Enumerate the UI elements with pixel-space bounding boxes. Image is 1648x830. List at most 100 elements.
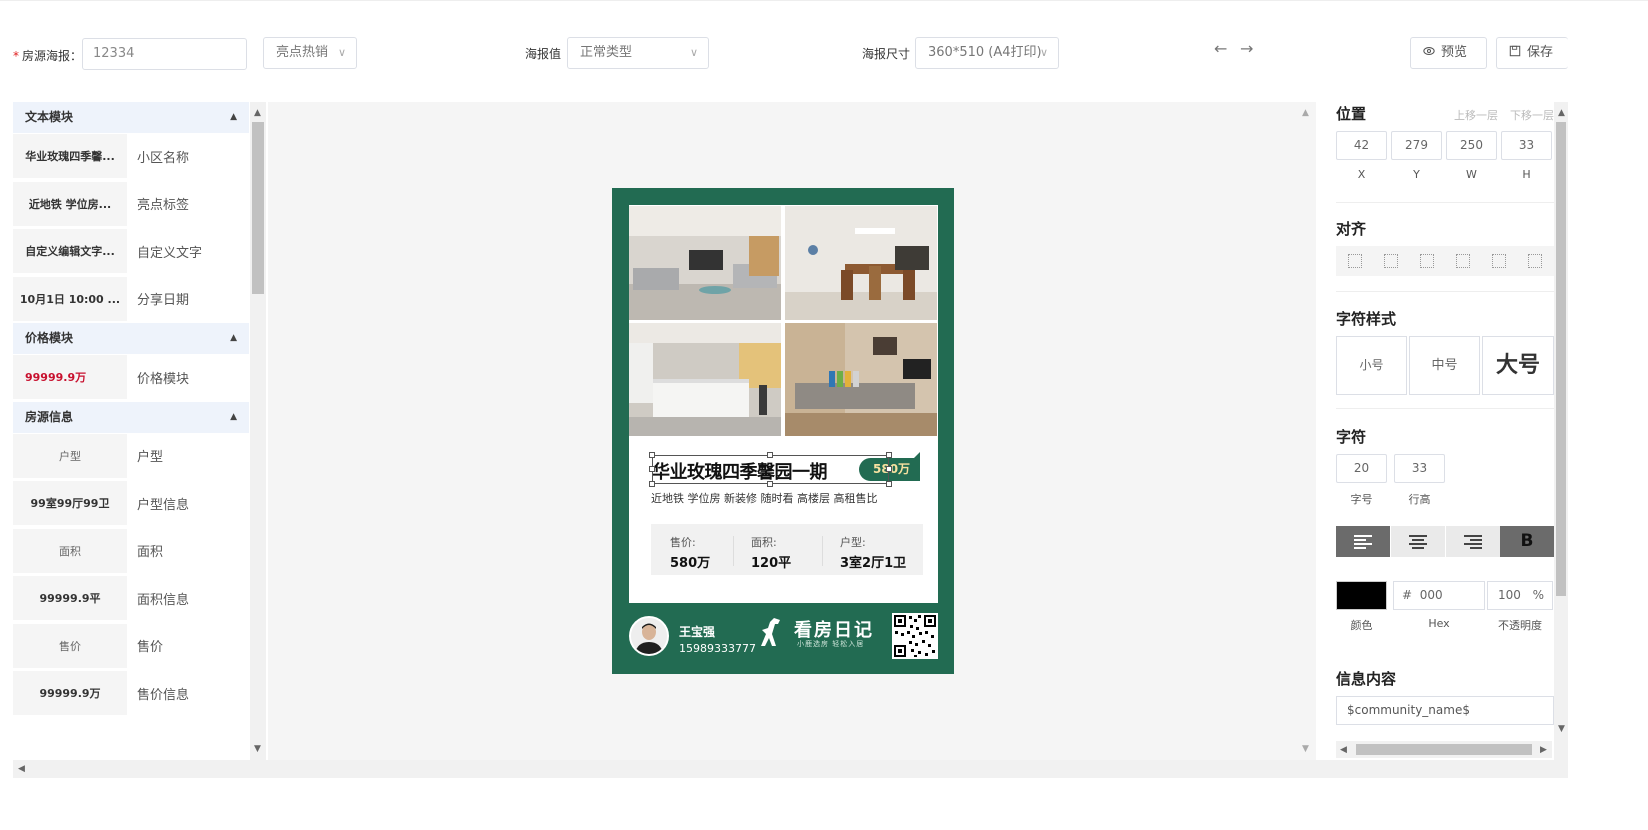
align-middle-icon[interactable] bbox=[1492, 254, 1506, 268]
hex-input[interactable]: # 000 bbox=[1393, 581, 1485, 610]
component-value: 户型 bbox=[137, 450, 164, 466]
component-key: 10月1日 10:00 ... bbox=[13, 276, 127, 321]
save-button[interactable]: 保存 bbox=[1496, 37, 1568, 69]
poster-value-select[interactable]: 正常类型 ∨ bbox=[567, 37, 709, 69]
component-row[interactable]: 10月1日 10:00 ... 分享日期 bbox=[13, 276, 249, 323]
page-h-scrollbar[interactable] bbox=[13, 760, 1568, 778]
poster-label-colon: ： bbox=[70, 49, 83, 63]
size-large-button[interactable]: 大号 bbox=[1482, 336, 1554, 395]
agent-photo bbox=[631, 618, 667, 654]
component-row[interactable]: 99999.9平 面积信息 bbox=[13, 575, 249, 623]
group-header-house-info[interactable]: 房源信息 ▲ bbox=[13, 401, 249, 433]
position-y-input[interactable]: 279 bbox=[1391, 131, 1442, 160]
scroll-up-arrow-icon[interactable]: ▲ bbox=[254, 108, 261, 118]
font-size-caption: 字号 bbox=[1350, 493, 1373, 506]
component-row[interactable]: 售价 售价 bbox=[13, 623, 249, 670]
component-row[interactable]: 面积 面积 bbox=[13, 528, 249, 575]
poster-name-input[interactable]: 12334 bbox=[82, 38, 247, 70]
scroll-down-arrow-icon[interactable]: ▼ bbox=[1558, 724, 1565, 734]
resize-handle[interactable] bbox=[886, 466, 892, 472]
selection-box[interactable] bbox=[652, 455, 889, 484]
component-row[interactable]: 99999.9万 售价信息 bbox=[13, 670, 249, 718]
bedroom-photo[interactable] bbox=[785, 323, 937, 436]
agent-phone[interactable]: 15989333777 bbox=[679, 642, 756, 655]
agent-name[interactable]: 王宝强 bbox=[679, 623, 715, 640]
text-align-center-button[interactable] bbox=[1391, 526, 1445, 557]
price-tag-corner bbox=[912, 452, 920, 460]
scrollbar-thumb[interactable] bbox=[252, 122, 264, 294]
text-align-right-button[interactable] bbox=[1446, 526, 1500, 557]
scrollbar-thumb[interactable] bbox=[1556, 122, 1566, 596]
component-key: 华业玫瑰四季馨... bbox=[13, 134, 127, 179]
font-size-input[interactable]: 20 bbox=[1336, 454, 1387, 483]
component-row[interactable]: 99室99厅99卫 户型信息 bbox=[13, 480, 249, 528]
scroll-down-arrow-icon[interactable]: ▼ bbox=[1302, 744, 1309, 754]
group-title: 房源信息 bbox=[25, 409, 74, 424]
position-x-input[interactable]: 42 bbox=[1336, 131, 1387, 160]
scroll-up-arrow-icon[interactable]: ▲ bbox=[1558, 108, 1565, 118]
resize-handle[interactable] bbox=[649, 481, 655, 487]
align-bottom-icon[interactable] bbox=[1528, 254, 1542, 268]
undo-button[interactable]: ← bbox=[1214, 39, 1227, 58]
component-key: 99999.9平 bbox=[13, 576, 127, 621]
group-header-text[interactable]: 文本模块 ▲ bbox=[13, 102, 249, 133]
component-value: 亮点标签 bbox=[137, 198, 190, 214]
qr-code[interactable] bbox=[892, 613, 938, 659]
scroll-down-arrow-icon[interactable]: ▼ bbox=[254, 744, 261, 754]
line-height-input[interactable]: 33 bbox=[1394, 454, 1445, 483]
scrollbar-thumb[interactable] bbox=[1356, 744, 1532, 755]
resize-handle[interactable] bbox=[649, 452, 655, 458]
kitchen-photo[interactable] bbox=[629, 323, 781, 436]
left-panel-scrollbar[interactable] bbox=[250, 102, 266, 760]
right-panel-v-scrollbar[interactable] bbox=[1554, 102, 1568, 760]
right-panel-h-scrollbar[interactable] bbox=[1336, 741, 1552, 758]
poster-size-select-value: 360*510 (A4打印) bbox=[928, 45, 1042, 60]
scroll-up-arrow-icon[interactable]: ▲ bbox=[1302, 108, 1309, 118]
living-room-photo[interactable] bbox=[629, 206, 781, 320]
height-input[interactable]: 33 bbox=[1501, 131, 1552, 160]
divider bbox=[1336, 202, 1556, 203]
scroll-left-arrow-icon[interactable]: ◀ bbox=[18, 764, 25, 774]
text-align-left-button[interactable] bbox=[1336, 526, 1390, 557]
component-row[interactable]: 户型 户型 bbox=[13, 433, 249, 480]
scroll-right-arrow-icon[interactable]: ▶ bbox=[1540, 745, 1547, 755]
component-row[interactable]: 99999.9万 价格模块 bbox=[13, 354, 249, 402]
preview-button[interactable]: 预览 bbox=[1410, 37, 1487, 69]
color-swatch[interactable] bbox=[1336, 581, 1387, 610]
info-label: 面积: bbox=[751, 536, 777, 549]
size-medium-button[interactable]: 中号 bbox=[1409, 336, 1480, 395]
poster-size-select[interactable]: 360*510 (A4打印) ∨ bbox=[915, 37, 1059, 69]
opacity-input[interactable]: 100% bbox=[1487, 581, 1553, 610]
move-layer-down-button[interactable]: 下移一层 bbox=[1510, 109, 1554, 122]
resize-handle[interactable] bbox=[767, 452, 773, 458]
h-caption: H bbox=[1522, 168, 1531, 181]
info-label: 户型: bbox=[840, 536, 866, 549]
move-layer-up-button[interactable]: 上移一层 bbox=[1454, 109, 1498, 122]
component-row[interactable]: 近地铁 学位房... 亮点标签 bbox=[13, 181, 249, 228]
resize-handle[interactable] bbox=[886, 481, 892, 487]
resize-handle[interactable] bbox=[767, 481, 773, 487]
save-label: 保存 bbox=[1527, 45, 1554, 60]
dining-room-photo[interactable] bbox=[785, 206, 937, 320]
poster-tags[interactable]: 近地铁 学位房 新装修 随时看 高楼层 高租售比 bbox=[651, 490, 877, 506]
info-content-input[interactable]: $community_name$ bbox=[1336, 696, 1554, 725]
component-row[interactable]: 华业玫瑰四季馨... 小区名称 bbox=[13, 133, 249, 181]
width-input[interactable]: 250 bbox=[1446, 131, 1497, 160]
align-top-icon[interactable] bbox=[1456, 254, 1470, 268]
redo-button[interactable]: → bbox=[1240, 39, 1253, 58]
align-left-icon[interactable] bbox=[1348, 254, 1362, 268]
resize-handle[interactable] bbox=[886, 452, 892, 458]
component-row[interactable]: 自定义编辑文字... 自定义文字 bbox=[13, 228, 249, 276]
align-right-icon[interactable] bbox=[1420, 254, 1434, 268]
align-center-horizontal-icon[interactable] bbox=[1384, 254, 1398, 268]
info-value: 580万 bbox=[670, 556, 711, 571]
resize-handle[interactable] bbox=[649, 466, 655, 472]
scroll-left-arrow-icon[interactable]: ◀ bbox=[1340, 745, 1347, 755]
agent-avatar[interactable] bbox=[629, 616, 669, 656]
group-header-price[interactable]: 价格模块 ▲ bbox=[13, 323, 249, 354]
align-title: 对齐 bbox=[1336, 220, 1367, 238]
position-title: 位置 bbox=[1336, 105, 1367, 123]
highlight-select[interactable]: 亮点热销 ∨ bbox=[263, 37, 357, 69]
bold-button[interactable]: B bbox=[1500, 526, 1554, 557]
size-small-button[interactable]: 小号 bbox=[1336, 336, 1407, 395]
